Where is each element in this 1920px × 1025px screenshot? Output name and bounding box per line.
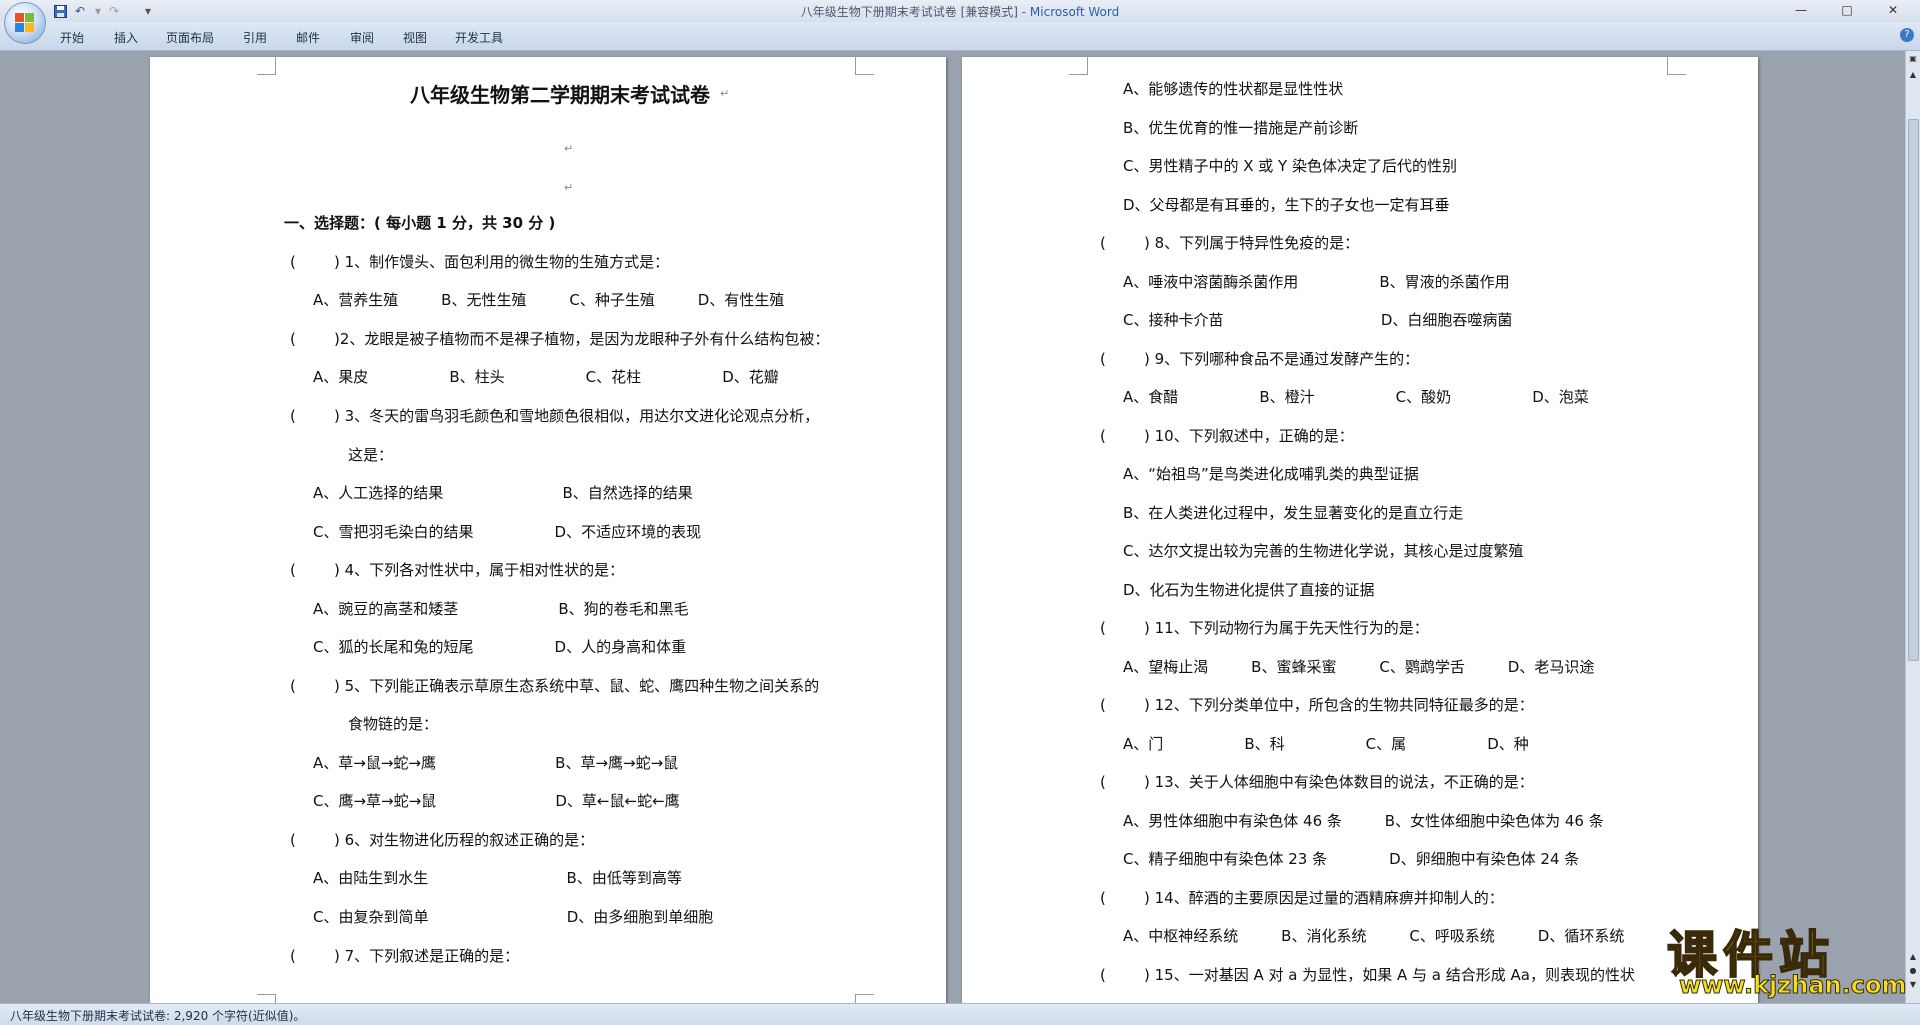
question-line: ( ) 14、醉酒的主要原因是过量的酒精麻痹并抑制人的： xyxy=(1100,889,1504,907)
options-line: D、化石为生物进化提供了直接的证据 xyxy=(1123,581,1375,599)
ribbon-tab-bar: 开始 插入 页面布局 引用 邮件 审阅 视图 开发工具 ? xyxy=(0,22,1920,51)
options-line: A、男性体细胞中有染色体 46 条 B、女性体细胞中染色体为 46 条 xyxy=(1123,812,1604,830)
document-area: 八年级生物第二学期期末考试试卷 ↵ ↵ ↵ 一、选择题：( 每小题 1 分，共 3… xyxy=(0,51,1906,1004)
question-continuation: 这是： xyxy=(348,446,394,464)
question-line: ( ) 12、下列分类单位中，所包含的生物共同特征最多的是： xyxy=(1100,696,1534,714)
next-page-icon[interactable]: ▼ xyxy=(1907,979,1919,991)
question-line: ( ) 6、对生物进化历程的叙述正确的是： xyxy=(290,831,595,849)
margin-corner-mark xyxy=(855,56,874,75)
options-line: B、优生优育的惟一措施是产前诊断 xyxy=(1123,119,1359,137)
tab-insert[interactable]: 插入 xyxy=(114,29,138,46)
question-line: ( ) 4、下列各对性状中，属于相对性状的是： xyxy=(290,561,625,579)
previous-page-icon[interactable]: ▲ xyxy=(1907,951,1919,963)
help-icon[interactable]: ? xyxy=(1900,28,1914,42)
question-line: ( ) 13、关于人体细胞中有染色体数目的说法，不正确的是： xyxy=(1100,773,1534,791)
tab-developer[interactable]: 开发工具 xyxy=(455,29,503,46)
question-line: ( ) 9、下列哪种食品不是通过发酵产生的： xyxy=(1100,350,1420,368)
paragraph-mark: ↵ xyxy=(564,142,574,155)
tab-mailings[interactable]: 邮件 xyxy=(296,29,320,46)
minimize-button[interactable]: — xyxy=(1778,0,1824,20)
tab-home[interactable]: 开始 xyxy=(60,29,84,46)
question-line: ( ) 15、一对基因 A 对 a 为显性，如果 A 与 a 结合形成 Aa，则… xyxy=(1100,966,1635,984)
window-controls: — □ ✕ xyxy=(1778,0,1916,20)
window-title: 八年级生物下册期末考试试卷 [兼容模式] - Microsoft Word xyxy=(0,3,1920,20)
watermark-url: www.kjzhan.com xyxy=(1678,971,1907,1000)
scrollbar-thumb[interactable] xyxy=(1908,119,1919,661)
tab-review[interactable]: 审阅 xyxy=(350,29,374,46)
margin-corner-mark xyxy=(257,56,276,75)
margin-corner-mark xyxy=(1667,56,1686,75)
office-logo-icon xyxy=(15,13,35,33)
options-line: A、营养生殖 B、无性生殖 C、种子生殖 D、有性生殖 xyxy=(313,291,785,309)
options-line: A、食醋 B、橙汁 C、酸奶 D、泡菜 xyxy=(1123,388,1589,406)
options-line: A、豌豆的高茎和矮茎 B、狗的卷毛和黑毛 xyxy=(313,600,689,618)
status-bar: 八年级生物下册期末考试试卷: 2,920 个字符(近似值)。 xyxy=(0,1003,1920,1025)
maximize-button[interactable]: □ xyxy=(1824,0,1870,20)
options-line: D、父母都是有耳垂的，生下的子女也一定有耳垂 xyxy=(1123,196,1450,214)
question-line: ( ) 11、下列动物行为属于先天性行为的是： xyxy=(1100,619,1429,637)
app-name: Microsoft Word xyxy=(1029,5,1120,19)
options-line: C、达尔文提出较为完善的生物进化学说，其核心是过度繁殖 xyxy=(1123,542,1524,560)
options-line: B、在人类进化过程中，发生显著变化的是直立行走 xyxy=(1123,504,1464,522)
question-line: ( ) 5、下列能正确表示草原生态系统中草、鼠、蛇、鹰四种生物之间关系的 xyxy=(290,677,820,695)
question-line: ( ) 8、下列属于特异性免疫的是： xyxy=(1100,234,1360,252)
question-line: ( ) 10、下列叙述中，正确的是： xyxy=(1100,427,1354,445)
question-line: ( ) 1、制作馒头、面包利用的微生物的生殖方式是： xyxy=(290,253,670,271)
options-line: A、果皮 B、柱头 C、花柱 D、花瓣 xyxy=(313,368,779,386)
ruler-toggle-icon[interactable]: ▣ xyxy=(1907,53,1919,65)
title-bar: ↶ ▾ ↷ ▾ 八年级生物下册期末考试试卷 [兼容模式] - Microsoft… xyxy=(0,0,1920,44)
document-title: 八年级生物下册期末考试试卷 [兼容模式] - xyxy=(800,5,1030,19)
section-heading: 一、选择题：( 每小题 1 分，共 30 分 ) xyxy=(284,214,556,232)
options-line: C、由复杂到简单 D、由多细胞到单细胞 xyxy=(313,908,714,926)
options-line: A、“始祖鸟”是鸟类进化成哺乳类的典型证据 xyxy=(1123,465,1419,483)
exam-title: 八年级生物第二学期期末考试试卷 xyxy=(410,83,710,107)
office-button[interactable] xyxy=(4,2,46,44)
vertical-scrollbar[interactable]: ▣ ▲ ▲ ● ▼ xyxy=(1905,51,1920,1004)
options-line: A、唾液中溶菌酶杀菌作用 B、胃液的杀菌作用 xyxy=(1123,273,1510,291)
options-line: C、狐的长尾和兔的短尾 D、人的身高和体重 xyxy=(313,638,687,656)
options-line: A、草→鼠→蛇→鹰 B、草→鹰→蛇→鼠 xyxy=(313,754,679,772)
options-line: A、能够遗传的性状都是显性性状 xyxy=(1123,80,1344,98)
document-page-2: A、能够遗传的性状都是显性性状 B、优生优育的惟一措施是产前诊断 C、男性精子中… xyxy=(962,56,1758,1004)
question-line: ( ) 3、冬天的雷鸟羽毛颜色和雪地颜色很相似，用达尔文进化论观点分析， xyxy=(290,407,820,425)
document-page-1: 八年级生物第二学期期末考试试卷 ↵ ↵ ↵ 一、选择题：( 每小题 1 分，共 3… xyxy=(150,56,946,1004)
word-count-status[interactable]: 八年级生物下册期末考试试卷: 2,920 个字符(近似值)。 xyxy=(10,1007,305,1024)
tab-references[interactable]: 引用 xyxy=(243,29,267,46)
options-line: C、雪把羽毛染白的结果 D、不适应环境的表现 xyxy=(313,523,702,541)
options-line: C、接种卡介苗 D、白细胞吞噬病菌 xyxy=(1123,311,1513,329)
options-line: A、人工选择的结果 B、自然选择的结果 xyxy=(313,484,693,502)
question-continuation: 食物链的是： xyxy=(348,715,439,733)
options-line: A、门 B、科 C、属 D、种 xyxy=(1123,735,1529,753)
question-line: ( ) 7、下列叙述是正确的是： xyxy=(290,947,520,965)
scroll-up-icon[interactable]: ▲ xyxy=(1907,69,1919,81)
options-line: C、鹰→草→蛇→鼠 D、草←鼠←蛇←鹰 xyxy=(313,792,680,810)
options-line: A、中枢神经系统 B、消化系统 C、呼吸系统 D、循环系统 xyxy=(1123,927,1625,945)
paragraph-mark: ↵ xyxy=(720,87,730,100)
margin-corner-mark xyxy=(1069,56,1088,75)
site-watermark-logo: 课件站 www.kjzhan.com xyxy=(1666,915,1907,1000)
close-button[interactable]: ✕ xyxy=(1870,0,1916,20)
tab-page-layout[interactable]: 页面布局 xyxy=(166,29,214,46)
question-line: ( )2、龙眼是被子植物而不是裸子植物，是因为龙眼种子外有什么结构包被： xyxy=(290,330,830,348)
options-line: C、男性精子中的 X 或 Y 染色体决定了后代的性别 xyxy=(1123,157,1457,175)
paragraph-mark: ↵ xyxy=(564,181,574,194)
browse-object-icon[interactable]: ● xyxy=(1907,965,1919,977)
options-line: A、望梅止渴 B、蜜蜂采蜜 C、鹦鹉学舌 D、老马识途 xyxy=(1123,658,1595,676)
options-line: C、精子细胞中有染色体 23 条 D、卵细胞中有染色体 24 条 xyxy=(1123,850,1580,868)
tab-view[interactable]: 视图 xyxy=(403,29,427,46)
options-line: A、由陆生到水生 B、由低等到高等 xyxy=(313,869,682,887)
